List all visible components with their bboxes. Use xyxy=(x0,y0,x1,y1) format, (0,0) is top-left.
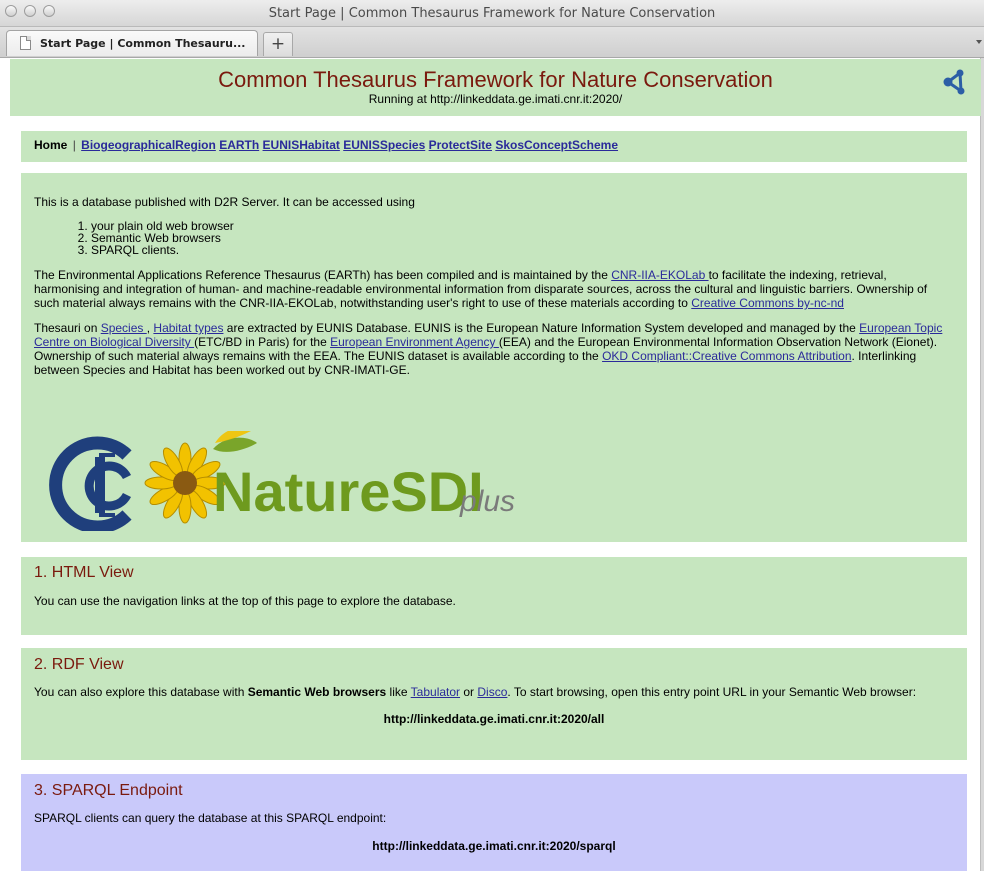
habitat-types-link[interactable]: Habitat types xyxy=(153,321,223,335)
sparql-endpoint-url[interactable]: http://linkeddata.ge.imati.cnr.it:2020/s… xyxy=(34,839,954,853)
okd-cc-attribution-link[interactable]: OKD Compliant::Creative Commons Attribut… xyxy=(602,349,851,363)
tab-start-page[interactable]: Start Page | Common Thesauru... xyxy=(6,30,258,56)
eunis-text-a: Thesauri on xyxy=(34,321,101,335)
sparql-heading: 3. SPARQL Endpoint xyxy=(34,782,183,799)
rdf-entry-point-url[interactable]: http://linkeddata.ge.imati.cnr.it:2020/a… xyxy=(34,712,954,726)
new-tab-button[interactable]: + xyxy=(263,32,293,56)
cnr-logo xyxy=(49,436,132,531)
plus-wordmark: plus xyxy=(459,485,515,518)
sparql-endpoint-section: 3. SPARQL Endpoint SPARQL clients can qu… xyxy=(21,774,967,871)
eunis-text-d: (ETC/BD in Paris) for the xyxy=(194,335,331,349)
window-titlebar: Start Page | Common Thesaurus Framework … xyxy=(0,0,984,27)
site-header: Common Thesaurus Framework for Nature Co… xyxy=(10,59,981,116)
intro-lead: This is a database published with D2R Se… xyxy=(34,195,415,209)
naturesdi-wordmark: NatureSDI xyxy=(213,460,484,523)
species-link[interactable]: Species xyxy=(101,321,147,335)
ekolab-link[interactable]: CNR-IIA-EKOLab xyxy=(611,268,708,282)
nav-link-eunisspecies[interactable]: EUNISSpecies xyxy=(343,138,425,152)
window-title: Start Page | Common Thesaurus Framework … xyxy=(268,6,716,21)
nav-link-protectsite[interactable]: ProtectSite xyxy=(429,138,492,152)
rdf-view-text: You can also explore this database with … xyxy=(34,685,954,699)
page-content: Common Thesaurus Framework for Nature Co… xyxy=(0,58,981,871)
rdf-view-heading: 2. RDF View xyxy=(34,656,124,673)
tab-bar: Start Page | Common Thesauru... + xyxy=(0,27,984,58)
site-subtitle: Running at http://linkeddata.ge.imati.cn… xyxy=(368,92,623,106)
eea-link[interactable]: European Environment Agency xyxy=(330,335,499,349)
disco-link[interactable]: Disco xyxy=(477,685,507,699)
nav-link-eunishabitat[interactable]: EUNISHabitat xyxy=(263,138,340,152)
html-view-heading: 1. HTML View xyxy=(34,564,134,581)
access-method-list: your plain old web browser Semantic Web … xyxy=(34,220,954,256)
main-nav: Home | BiogeographicalRegion EARTh EUNIS… xyxy=(21,131,967,162)
list-item: Semantic Web browsers xyxy=(91,232,954,244)
share-icon[interactable] xyxy=(943,69,967,95)
page-icon xyxy=(20,36,31,50)
rdf-text-bold: Semantic Web browsers xyxy=(247,685,387,699)
intro-panel: This is a database published with D2R Se… xyxy=(21,173,967,542)
nav-link-skosconceptscheme[interactable]: SkosConceptScheme xyxy=(495,138,618,152)
html-view-section: 1. HTML View You can use the navigation … xyxy=(21,557,967,635)
list-item: SPARQL clients. xyxy=(91,244,954,256)
html-view-text: You can use the navigation links at the … xyxy=(34,594,456,608)
nav-separator: | xyxy=(72,138,76,152)
rdf-text-d: . To start browsing, open this entry poi… xyxy=(507,685,917,699)
nav-home: Home xyxy=(34,138,68,152)
eunis-paragraph: Thesauri on Species , Habitat types are … xyxy=(34,321,954,377)
eunis-text-c: are extracted by EUNIS Database. EUNIS i… xyxy=(223,321,860,335)
nav-link-earth[interactable]: EARTh xyxy=(219,138,259,152)
site-title: Common Thesaurus Framework for Nature Co… xyxy=(218,67,773,92)
cnr-naturesdi-plus-logo: NatureSDI plus xyxy=(49,431,515,531)
earth-text-1: The Environmental Applications Reference… xyxy=(34,268,612,282)
tab-list-arrow-icon[interactable] xyxy=(976,40,982,44)
earth-paragraph: The Environmental Applications Reference… xyxy=(34,268,954,310)
sparql-text: SPARQL clients can query the database at… xyxy=(34,811,387,825)
tabulator-link[interactable]: Tabulator xyxy=(411,685,460,699)
rdf-view-section: 2. RDF View You can also explore this da… xyxy=(21,648,967,760)
rdf-text-c: or xyxy=(460,685,478,699)
rdf-text-a: You can also explore this database with xyxy=(34,685,248,699)
rdf-text-b: like xyxy=(386,685,411,699)
nav-link-biogeographicalregion[interactable]: BiogeographicalRegion xyxy=(81,138,216,152)
tab-label: Start Page | Common Thesauru... xyxy=(40,37,246,50)
cc-by-nc-nd-link[interactable]: Creative Commons by-nc-nd xyxy=(691,296,844,310)
